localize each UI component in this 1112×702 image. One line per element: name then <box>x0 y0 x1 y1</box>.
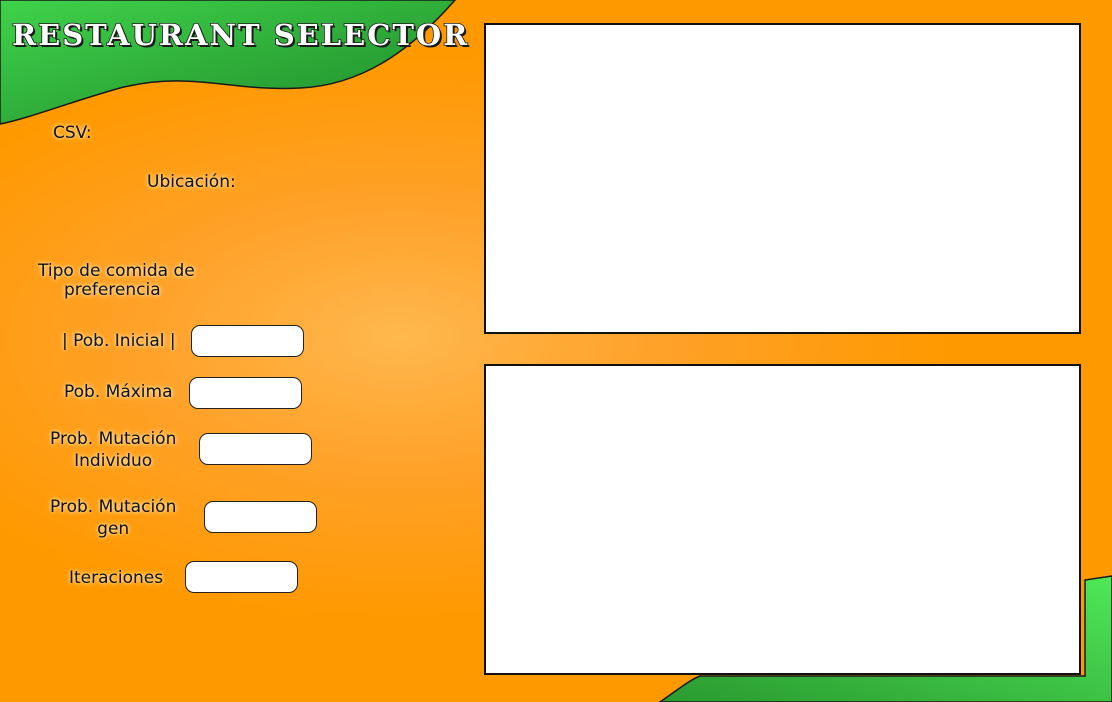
tipo-comida-label-line1: Tipo de comida de <box>38 261 195 281</box>
prob-mutacion-gen-line2: gen <box>97 519 130 539</box>
prob-mutacion-individuo-input[interactable] <box>199 433 312 465</box>
tipo-comida-label-line2: preferencia <box>64 280 161 300</box>
prob-mutacion-individuo-label: Prob. Mutación Individuo <box>50 428 176 472</box>
pob-inicial-input[interactable] <box>191 325 304 357</box>
iteraciones-input[interactable] <box>185 561 298 593</box>
results-panel-top <box>484 23 1081 334</box>
results-panel-bottom <box>484 364 1081 675</box>
pob-maxima-input[interactable] <box>189 377 302 409</box>
pob-inicial-label: | Pob. Inicial | <box>62 331 176 351</box>
ubicacion-label: Ubicación: <box>147 172 236 192</box>
tipo-comida-label: Tipo de comida de preferencia <box>38 262 195 300</box>
prob-mutacion-individuo-line2: Individuo <box>74 451 153 471</box>
pob-maxima-label: Pob. Máxima <box>64 382 173 402</box>
prob-mutacion-gen-line1: Prob. Mutación <box>50 497 177 517</box>
prob-mutacion-gen-input[interactable] <box>204 501 317 533</box>
csv-label: CSV: <box>53 123 92 143</box>
prob-mutacion-individuo-line1: Prob. Mutación <box>50 429 177 449</box>
app-title: RESTAURANT SELECTOR <box>11 17 470 53</box>
iteraciones-label: Iteraciones <box>69 568 164 588</box>
prob-mutacion-gen-label: Prob. Mutación gen <box>50 496 176 540</box>
